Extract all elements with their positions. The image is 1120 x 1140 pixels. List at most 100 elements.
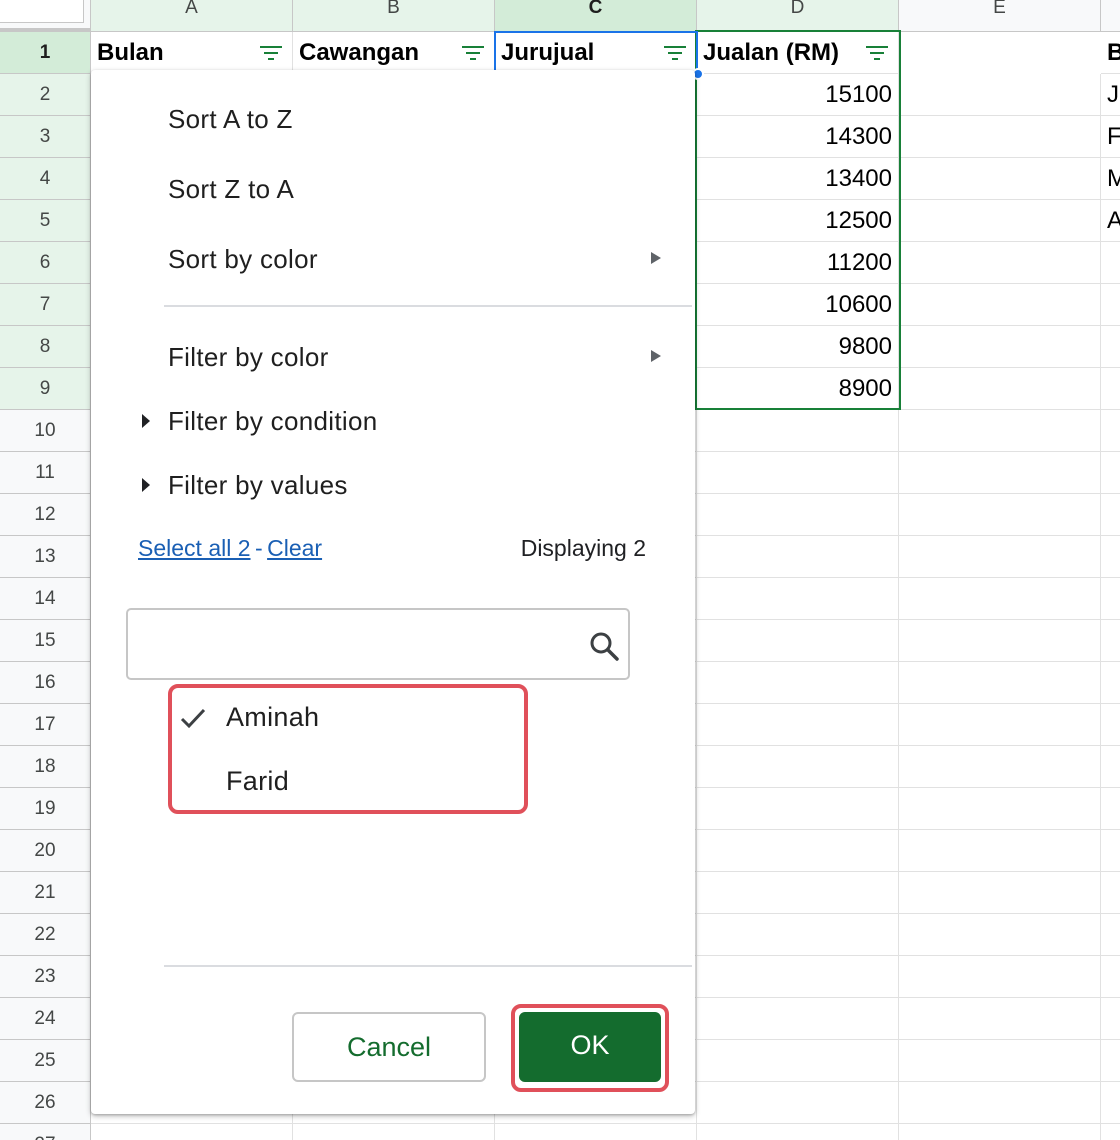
row-header-18[interactable]: 18 <box>0 746 91 788</box>
row-header-22[interactable]: 22 <box>0 914 91 956</box>
grid-cell[interactable] <box>899 788 1101 830</box>
column-header-a[interactable]: A <box>91 0 293 32</box>
row-header-11[interactable]: 11 <box>0 452 91 494</box>
grid-cell[interactable] <box>1101 452 1120 494</box>
grid-cell[interactable] <box>1101 1082 1120 1124</box>
value-option-farid[interactable]: Farid <box>226 766 289 797</box>
row-header-27[interactable]: 27 <box>0 1124 91 1140</box>
value-option-aminah[interactable]: Aminah <box>226 702 319 733</box>
grid-cell[interactable] <box>899 830 1101 872</box>
menu-item-filter-by-values[interactable]: Filter by values <box>168 470 348 501</box>
grid-cell[interactable] <box>697 1040 899 1082</box>
row-header-2[interactable]: 2 <box>0 74 91 116</box>
grid-cell[interactable] <box>899 158 1101 200</box>
grid-cell[interactable] <box>899 494 1101 536</box>
grid-cell[interactable] <box>1101 830 1120 872</box>
grid-cell[interactable] <box>1101 284 1120 326</box>
menu-item-sort-by-color[interactable]: Sort by color <box>168 244 663 275</box>
grid-cell[interactable] <box>899 536 1101 578</box>
grid-cell[interactable] <box>899 326 1101 368</box>
column-header-d[interactable]: D <box>697 0 899 32</box>
column-f-cell[interactable]: J <box>1101 74 1120 116</box>
column-header-b[interactable]: B <box>293 0 495 32</box>
grid-cell[interactable] <box>697 914 899 956</box>
grid-cell[interactable] <box>697 410 899 452</box>
row-header-4[interactable]: 4 <box>0 158 91 200</box>
grid-cell[interactable] <box>293 1124 495 1140</box>
cancel-button[interactable]: Cancel <box>292 1012 486 1082</box>
grid-cell[interactable] <box>1101 494 1120 536</box>
column-f-cell[interactable]: M <box>1101 158 1120 200</box>
grid-cell[interactable] <box>1101 956 1120 998</box>
row-header-24[interactable]: 24 <box>0 998 91 1040</box>
ok-button[interactable]: OK <box>519 1012 661 1082</box>
select-all-link[interactable]: Select all 2 <box>138 535 251 561</box>
row-header-3[interactable]: 3 <box>0 116 91 158</box>
row-header-5[interactable]: 5 <box>0 200 91 242</box>
grid-cell[interactable] <box>899 242 1101 284</box>
row-header-7[interactable]: 7 <box>0 284 91 326</box>
grid-cell[interactable] <box>899 200 1101 242</box>
grid-cell[interactable] <box>899 662 1101 704</box>
row-header-19[interactable]: 19 <box>0 788 91 830</box>
row-header-26[interactable]: 26 <box>0 1082 91 1124</box>
values-search-input[interactable] <box>138 620 582 670</box>
filter-button-cawangan[interactable] <box>460 41 486 65</box>
grid-cell[interactable] <box>697 1124 899 1140</box>
grid-cell[interactable] <box>1101 368 1120 410</box>
filter-button-jualan[interactable] <box>864 41 890 65</box>
select-all-corner[interactable] <box>0 0 91 32</box>
grid-cell[interactable] <box>1101 1124 1120 1140</box>
expand-arrow-icon[interactable] <box>142 414 150 428</box>
grid-cell[interactable] <box>899 410 1101 452</box>
grid-cell[interactable] <box>697 662 899 704</box>
row-header-9[interactable]: 9 <box>0 368 91 410</box>
row-header-12[interactable]: 12 <box>0 494 91 536</box>
values-search-box[interactable] <box>126 608 630 680</box>
grid-cell[interactable] <box>899 998 1101 1040</box>
expand-arrow-icon[interactable] <box>142 478 150 492</box>
grid-cell[interactable] <box>697 830 899 872</box>
grid-cell[interactable] <box>899 116 1101 158</box>
row-header-21[interactable]: 21 <box>0 872 91 914</box>
sales-value-cell[interactable]: 9800 <box>697 326 899 368</box>
grid-cell[interactable] <box>899 368 1101 410</box>
menu-item-sort-z-a[interactable]: Sort Z to A <box>168 174 294 205</box>
row-header-23[interactable]: 23 <box>0 956 91 998</box>
grid-cell[interactable] <box>1101 704 1120 746</box>
grid-cell[interactable] <box>899 284 1101 326</box>
grid-cell[interactable] <box>91 1124 293 1140</box>
column-header-f[interactable] <box>1101 0 1120 32</box>
grid-cell[interactable] <box>697 536 899 578</box>
grid-cell[interactable] <box>899 452 1101 494</box>
grid-cell[interactable] <box>899 74 1101 116</box>
grid-cell[interactable] <box>1101 998 1120 1040</box>
menu-item-sort-a-z[interactable]: Sort A to Z <box>168 104 293 135</box>
sales-value-cell[interactable]: 13400 <box>697 158 899 200</box>
sales-value-cell[interactable]: 10600 <box>697 284 899 326</box>
row-header-1[interactable]: 1 <box>0 32 91 74</box>
sales-value-cell[interactable]: 12500 <box>697 200 899 242</box>
grid-cell[interactable] <box>495 1124 697 1140</box>
grid-cell[interactable] <box>899 704 1101 746</box>
clear-link[interactable]: Clear <box>267 535 322 561</box>
grid-cell[interactable] <box>697 452 899 494</box>
grid-cell[interactable] <box>1101 746 1120 788</box>
column-header-c[interactable]: C <box>495 0 697 32</box>
header-cell-f[interactable]: B <box>1101 32 1120 74</box>
grid-cell[interactable] <box>697 704 899 746</box>
grid-cell[interactable] <box>1101 662 1120 704</box>
row-header-8[interactable]: 8 <box>0 326 91 368</box>
grid-cell[interactable] <box>899 1040 1101 1082</box>
grid-cell[interactable] <box>899 914 1101 956</box>
grid-cell[interactable] <box>1101 872 1120 914</box>
row-header-16[interactable]: 16 <box>0 662 91 704</box>
column-f-cell[interactable]: F <box>1101 116 1120 158</box>
search-icon[interactable] <box>588 630 620 662</box>
grid-cell[interactable] <box>697 998 899 1040</box>
grid-cell[interactable] <box>697 872 899 914</box>
grid-cell[interactable] <box>697 1082 899 1124</box>
column-header-e[interactable]: E <box>899 0 1101 32</box>
column-f-cell[interactable]: A <box>1101 200 1120 242</box>
grid-cell[interactable] <box>899 956 1101 998</box>
